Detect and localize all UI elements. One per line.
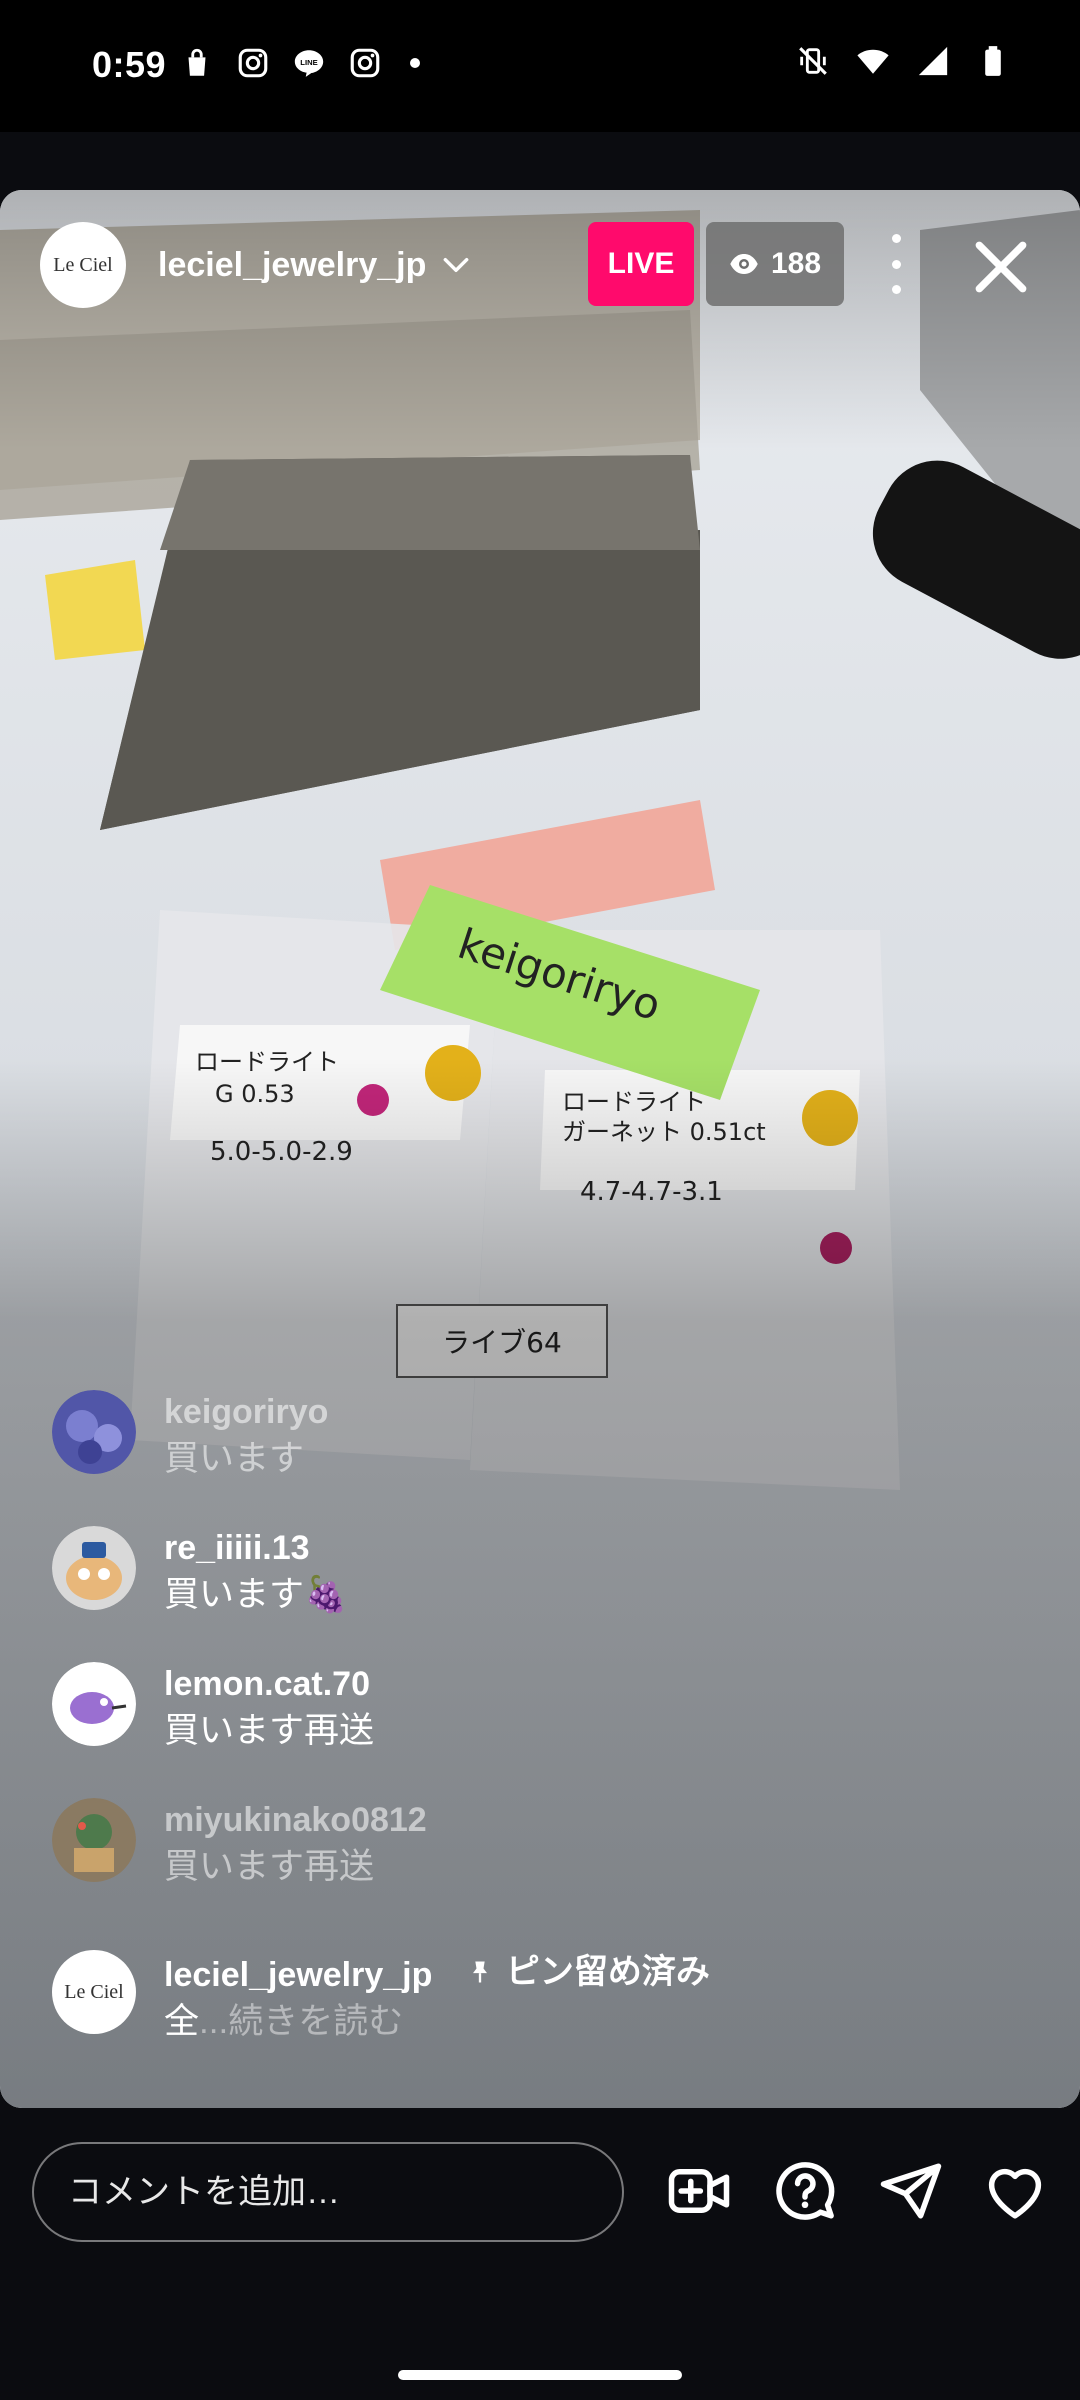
host-username[interactable]: leciel_jewelry_jp — [158, 246, 426, 285]
line-icon: LINE — [294, 50, 324, 77]
status-bar: 0:59 LINE — [0, 0, 1080, 132]
comment-username[interactable]: miyukinako0812 — [164, 1798, 427, 1842]
ellipsis: ... — [199, 2002, 229, 2041]
home-indicator[interactable] — [398, 2370, 682, 2380]
status-system-icons — [796, 44, 1010, 78]
chevron-down-icon[interactable] — [440, 249, 472, 281]
instagram-icon — [350, 48, 380, 78]
pin-icon — [472, 1961, 487, 1983]
host-profile[interactable]: Le Ciel leciel_jewelry_jp — [40, 222, 472, 308]
comment-message: 買います再送 — [164, 1847, 375, 1886]
svg-text:LINE: LINE — [300, 58, 317, 67]
cellular-icon — [918, 46, 948, 76]
eye-icon — [730, 254, 758, 274]
read-more-link[interactable]: 続きを読む — [228, 2002, 403, 2041]
instagram-icon — [238, 48, 268, 78]
pinned-label: ピン留め済み — [466, 1950, 710, 1994]
add-video-guest-icon[interactable] — [666, 2158, 732, 2224]
viewer-count-badge[interactable]: 188 — [706, 222, 844, 306]
comment-input[interactable] — [32, 2142, 624, 2242]
more-options-icon[interactable] — [876, 234, 916, 294]
comment-item[interactable]: miyukinako0812 買います再送 — [52, 1798, 427, 1892]
commenter-avatar[interactable] — [52, 1390, 136, 1474]
pinned-header: leciel_jewelry_jp ピン留め済み — [164, 1950, 710, 1997]
comment-username[interactable]: keigoriryo — [164, 1390, 328, 1434]
comment-username[interactable]: lemon.cat.70 — [164, 1662, 374, 1706]
battery-icon — [985, 46, 1001, 76]
comment-item[interactable]: re_iiiii.13 買います🍇 — [52, 1526, 348, 1620]
comment-item[interactable]: lemon.cat.70 買います再送 — [52, 1662, 374, 1756]
status-notification-icons: LINE — [180, 46, 420, 80]
commenter-avatar[interactable] — [52, 1662, 136, 1746]
comment-message: 買います — [164, 1439, 305, 1478]
notification-dot — [410, 58, 420, 68]
viewer-count: 188 — [770, 247, 822, 280]
commenter-avatar[interactable] — [52, 1526, 136, 1610]
comment-message: 買います再送 — [164, 1711, 375, 1750]
heart-icon[interactable] — [982, 2158, 1048, 2224]
pinned-comment[interactable]: Le Ciel leciel_jewelry_jp ピン留め済み 全...続きを… — [52, 1950, 710, 2047]
live-badge: LIVE — [588, 222, 694, 306]
close-icon[interactable] — [972, 238, 1030, 296]
shopping-bag-icon — [188, 48, 206, 76]
status-time: 0:59 — [92, 44, 167, 85]
bottom-bar — [0, 2108, 1080, 2400]
pinned-label-text: ピン留め済み — [505, 1953, 710, 1991]
host-avatar[interactable]: Le Ciel — [40, 222, 126, 308]
pinned-avatar[interactable]: Le Ciel — [52, 1950, 136, 2034]
comment-item[interactable]: keigoriryo 買います — [52, 1390, 328, 1484]
pinned-message-text: 全 — [164, 2002, 200, 2041]
comment-message: 買います🍇 — [164, 1575, 348, 1614]
pinned-avatar-logo-text: Le Ciel — [64, 1980, 124, 2003]
commenter-avatar[interactable] — [52, 1798, 136, 1882]
question-icon[interactable] — [772, 2158, 838, 2224]
comment-username[interactable]: re_iiiii.13 — [164, 1526, 348, 1570]
pinned-username[interactable]: leciel_jewelry_jp — [164, 1956, 432, 1994]
vibrate-off-icon — [799, 47, 827, 75]
pinned-message: 全...続きを読む — [164, 1997, 710, 2047]
live-video[interactable]: ロードライト G 0.53 5.0-5.0-2.9 ロードライト ガーネット 0… — [0, 190, 1080, 2108]
host-avatar-logo-text: Le Ciel — [53, 253, 113, 276]
send-icon[interactable] — [878, 2158, 944, 2224]
wifi-icon — [857, 49, 889, 74]
